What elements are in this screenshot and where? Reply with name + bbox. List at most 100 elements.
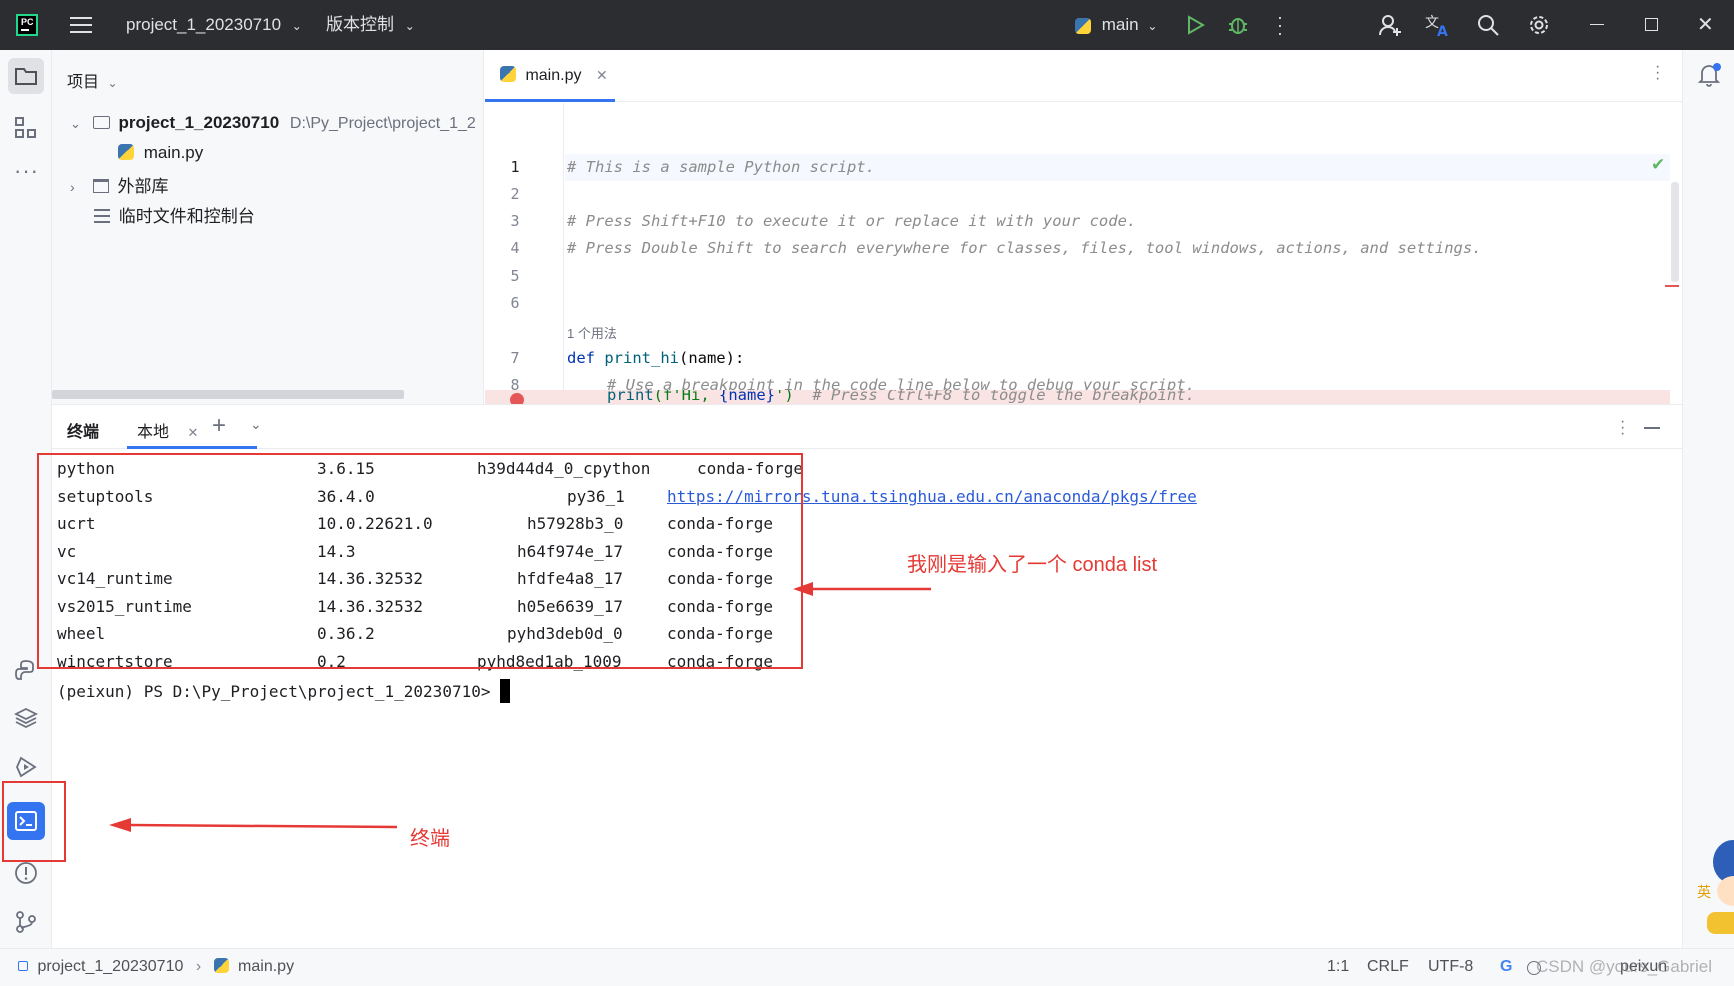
terminal-tab-local[interactable]: 本地 ✕ bbox=[127, 405, 257, 449]
breakpoint-icon[interactable] bbox=[510, 393, 524, 404]
breakpoint-row-clip: print(f'Hi, {name}') # Press Ctrl+F8 to … bbox=[485, 390, 1670, 404]
line-number: 2 bbox=[510, 185, 520, 203]
library-icon bbox=[92, 179, 109, 193]
tree-node-project-root[interactable]: ⌄ project_1_20230710 D:\Py_Project\proje… bbox=[70, 113, 476, 133]
terminal-panel: 终端 本地 ✕ + ⌄ · · · python 3.6.15 h39d44d4_0… bbox=[37, 404, 1682, 948]
csdn-watermark: CSDN @yours_Gabriel bbox=[1536, 957, 1712, 976]
close-window-icon[interactable]: ✕ bbox=[1697, 12, 1714, 37]
python-file-icon bbox=[118, 144, 134, 160]
line-separator[interactable]: CRLF bbox=[1367, 958, 1409, 976]
vcs-menu[interactable]: 版本控制 ⌄ bbox=[326, 0, 415, 50]
breadcrumb-file[interactable]: main.py bbox=[238, 958, 294, 975]
prompt-text: (peixun) PS D:\Py_Project\project_1_2023… bbox=[57, 682, 491, 701]
more-tools-icon[interactable]: ··· bbox=[14, 158, 39, 184]
hide-panel-icon[interactable] bbox=[1644, 427, 1660, 429]
editor-vertical-scrollbar[interactable] bbox=[1671, 182, 1679, 282]
run-config-selector[interactable]: main ⌄ bbox=[1075, 0, 1157, 50]
more-actions-icon[interactable]: · · · bbox=[1277, 8, 1283, 42]
run-config-name: main bbox=[1101, 15, 1139, 34]
fstring-var: {name} bbox=[719, 390, 775, 404]
settings-gear-icon[interactable] bbox=[1527, 13, 1551, 37]
chevron-down-icon: ⌄ bbox=[1147, 19, 1158, 33]
keyword-def: def bbox=[567, 349, 605, 367]
main-menu-icon[interactable] bbox=[70, 15, 92, 35]
tree-node-scratches[interactable]: 临时文件和控制台 bbox=[94, 202, 255, 227]
annotation-box-output bbox=[37, 453, 803, 669]
editor-tab-bar: main.py ✕ · · · bbox=[485, 50, 1682, 102]
tree-node-main-py[interactable]: main.py bbox=[118, 143, 203, 163]
mascot-sticker-icon: 英 bbox=[1697, 790, 1734, 940]
tab-label: main.py bbox=[525, 67, 582, 84]
python-console-icon[interactable] bbox=[14, 659, 38, 687]
fstring-start: (f'Hi, bbox=[653, 390, 719, 404]
annotation-terminal-note: 终端 bbox=[410, 828, 450, 850]
chevron-right-icon: › bbox=[70, 179, 75, 195]
terminal-cursor bbox=[500, 679, 511, 703]
editor-tab-main-py[interactable]: main.py ✕ bbox=[485, 50, 615, 102]
svg-text:A: A bbox=[1437, 24, 1448, 37]
search-icon[interactable] bbox=[1477, 14, 1499, 36]
error-stripe-marker bbox=[1665, 285, 1679, 287]
project-panel-header[interactable]: 项目 ⌄ bbox=[67, 68, 118, 92]
annotation-arrow-output bbox=[793, 581, 933, 601]
code-line-4[interactable]: # Press Double Shift to search everywher… bbox=[567, 239, 1482, 257]
structure-icon[interactable] bbox=[14, 116, 38, 144]
notifications-icon[interactable] bbox=[1697, 62, 1723, 92]
project-panel: 项目 ⌄ ⌄ project_1_20230710 D:\Py_Project\… bbox=[52, 50, 484, 404]
chevron-down-icon: ⌄ bbox=[70, 116, 81, 131]
add-user-icon[interactable] bbox=[1378, 13, 1402, 37]
breadcrumb-project[interactable]: project_1_20230710 bbox=[37, 958, 183, 975]
close-tab-icon[interactable]: ✕ bbox=[596, 67, 608, 83]
python-icon bbox=[1075, 17, 1091, 34]
run-icon[interactable] bbox=[1185, 15, 1205, 35]
problems-icon[interactable] bbox=[14, 861, 38, 889]
git-icon[interactable] bbox=[14, 910, 38, 938]
print-call: print bbox=[607, 390, 654, 404]
fstring-end: ') bbox=[775, 390, 794, 404]
title-bar: PC project_1_20230710 ⌄ 版本控制 ⌄ main ⌄ · ·… bbox=[0, 0, 1734, 50]
code-line-7[interactable]: def print_hi(name): bbox=[567, 349, 744, 367]
translate-icon[interactable]: 文A bbox=[1425, 13, 1451, 37]
terminal-header: 终端 本地 ✕ + ⌄ · · · bbox=[52, 405, 1682, 449]
debug-icon[interactable] bbox=[1227, 14, 1249, 36]
caret-position[interactable]: 1:1 bbox=[1327, 958, 1349, 976]
chevron-down-icon[interactable]: ⌄ bbox=[250, 416, 262, 433]
project-root-name: project_1_20230710 bbox=[118, 113, 280, 132]
editor-options-icon[interactable]: · · · bbox=[1655, 59, 1660, 87]
status-bar: project_1_20230710 › main.py 1:1 CRLF UT… bbox=[0, 948, 1734, 986]
external-libraries-label: 外部库 bbox=[117, 177, 169, 196]
tree-node-external-libraries[interactable]: › 外部库 bbox=[70, 172, 168, 197]
file-encoding[interactable]: UTF-8 bbox=[1428, 958, 1473, 976]
code-line-1[interactable]: # This is a sample Python script. bbox=[567, 158, 875, 176]
maximize-icon[interactable] bbox=[1645, 18, 1658, 31]
code-line-3[interactable]: # Press Shift+F10 to execute it or repla… bbox=[567, 212, 1136, 230]
minimize-icon[interactable] bbox=[1590, 24, 1604, 25]
project-tool-button[interactable] bbox=[8, 58, 44, 94]
usage-hint[interactable]: 1 个用法 bbox=[567, 323, 617, 342]
annotation-conda-note: 我刚是输入了一个 conda list bbox=[907, 554, 1158, 576]
google-icon[interactable]: G bbox=[1500, 958, 1512, 976]
breadcrumb: project_1_20230710 › main.py bbox=[18, 958, 294, 976]
close-tab-icon[interactable]: ✕ bbox=[187, 425, 198, 440]
terminal-tab-label: 本地 bbox=[137, 424, 170, 441]
layers-icon[interactable] bbox=[13, 706, 39, 734]
folder-icon bbox=[92, 116, 110, 129]
line-number: 1 bbox=[510, 158, 520, 176]
chevron-down-icon: ⌄ bbox=[404, 19, 415, 33]
terminal-options-icon[interactable]: · · · bbox=[1620, 414, 1625, 442]
function-name: print_hi bbox=[604, 349, 679, 367]
new-tab-icon[interactable]: + bbox=[212, 412, 226, 440]
inspection-ok-icon[interactable]: ✔ bbox=[1651, 155, 1665, 175]
scratches-icon bbox=[94, 209, 110, 223]
code-line-9[interactable]: print(f'Hi, {name}') # Press Ctrl+F8 to … bbox=[607, 390, 1195, 404]
gutter-separator bbox=[563, 103, 564, 403]
python-file-icon bbox=[500, 66, 516, 82]
project-selector[interactable]: project_1_20230710 ⌄ bbox=[126, 0, 302, 50]
line-number: 4 bbox=[510, 239, 520, 257]
terminal-title: 终端 bbox=[67, 424, 100, 441]
chevron-down-icon: ⌄ bbox=[291, 19, 302, 33]
horizontal-scrollbar[interactable] bbox=[52, 390, 404, 399]
terminal-prompt[interactable]: (peixun) PS D:\Py_Project\project_1_2023… bbox=[57, 679, 511, 703]
inline-comment: # Press Ctrl+F8 to toggle the breakpoint… bbox=[812, 390, 1195, 404]
services-icon[interactable] bbox=[14, 755, 38, 783]
